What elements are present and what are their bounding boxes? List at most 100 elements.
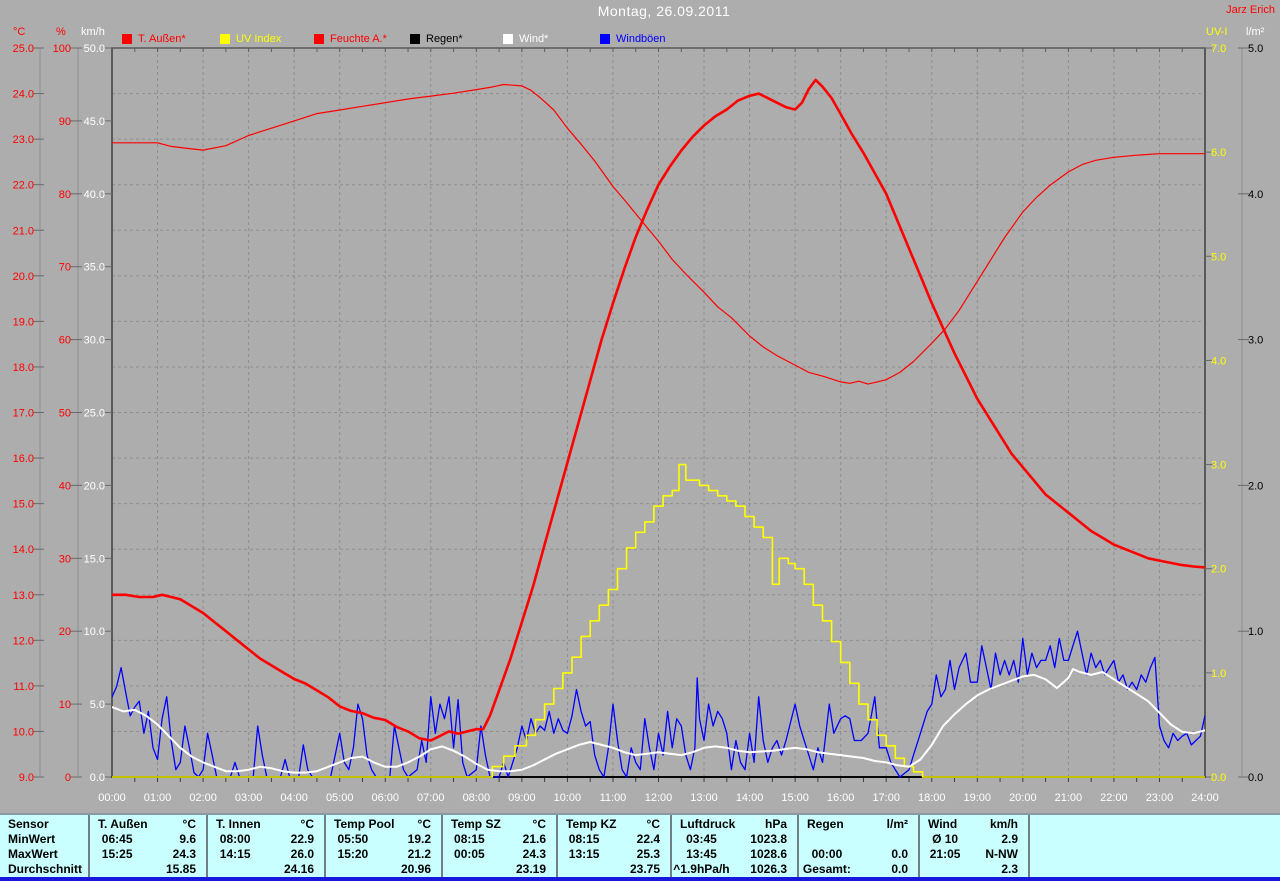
svg-text:00:00: 00:00 [98, 792, 126, 804]
table-column-t-au-en: T. Außen °C 06:45 9.6 15:25 24.3 15.85 [88, 815, 206, 877]
window-bottom-edge [0, 877, 1280, 881]
page-title: Montag, 26.09.2011 [597, 3, 731, 19]
table-row: 23.19 [443, 862, 556, 877]
svg-text:25.0: 25.0 [13, 43, 34, 55]
table-row: Gesamt: 0.0 [799, 862, 918, 877]
svg-text:80: 80 [59, 189, 71, 201]
axis-unit-percent: % [56, 26, 66, 38]
cell-value: 22.9 [290, 832, 314, 846]
cell-time: 08:00 [219, 832, 251, 846]
svg-text:08:00: 08:00 [463, 792, 491, 804]
column-unit: °C [300, 817, 314, 831]
cell-time [558, 862, 610, 877]
cell-time: 08:15 [454, 832, 485, 846]
svg-text:19:00: 19:00 [964, 792, 992, 804]
table-row: 03:45 1023.8 [672, 832, 797, 847]
cell-time: 14:15 [219, 847, 251, 861]
svg-text:06:00: 06:00 [371, 792, 399, 804]
cell-time [443, 862, 496, 877]
cell-value: 1026.3 [750, 862, 787, 876]
cell-time: 13:15 [568, 847, 600, 861]
svg-text:14:00: 14:00 [736, 792, 764, 804]
table-row: 2.3 [920, 862, 1028, 877]
cell-time [208, 862, 262, 877]
cell-time: 13:45 [686, 847, 717, 861]
svg-text:15:00: 15:00 [781, 792, 809, 804]
svg-text:21.0: 21.0 [13, 225, 34, 237]
table-filler [1028, 815, 1280, 877]
cell-time [920, 862, 970, 877]
svg-text:11.0: 11.0 [13, 681, 34, 693]
svg-text:70: 70 [59, 262, 71, 274]
svg-text:17.0: 17.0 [13, 408, 34, 420]
column-name: T. Außen [98, 817, 148, 831]
table-column-wind: Wind km/h Ø 10 min. 2.9 21:05 N-NW 7.62.3 [918, 815, 1028, 877]
svg-text:20.0: 20.0 [84, 480, 105, 492]
column-unit: hPa [764, 817, 787, 831]
svg-text:02:00: 02:00 [189, 792, 217, 804]
cell-time [799, 832, 855, 847]
cell-value: 23.75 [629, 862, 660, 876]
cell-value: 26.0 [290, 847, 314, 861]
table-row: 08:15 21.6 [443, 832, 556, 847]
svg-text:1.0: 1.0 [1211, 668, 1226, 680]
cell-time: 15:20 [337, 847, 369, 861]
table-row: 24.16 [208, 862, 324, 877]
axis-unit-lm2: l/m² [1246, 26, 1265, 38]
svg-text:0.0: 0.0 [1248, 772, 1263, 784]
svg-text:11:00: 11:00 [600, 792, 627, 804]
column-name: T. Innen [216, 817, 261, 831]
svg-text:25.0: 25.0 [84, 408, 105, 420]
table-row: 15.85 [90, 862, 206, 877]
table-row [799, 832, 918, 847]
cell-time: Gesamt: [802, 862, 851, 876]
column-unit: °C [182, 817, 196, 831]
svg-text:16:00: 16:00 [827, 792, 855, 804]
svg-text:22:00: 22:00 [1100, 792, 1128, 804]
svg-text:100: 100 [53, 43, 71, 55]
svg-text:05:00: 05:00 [326, 792, 354, 804]
cell-value: 2.3 [1001, 862, 1018, 876]
column-unit: l/m² [886, 817, 908, 831]
svg-text:10.0: 10.0 [13, 726, 34, 738]
cell-value: 23.19 [515, 862, 546, 876]
svg-text:50: 50 [59, 408, 71, 420]
svg-text:0: 0 [65, 772, 71, 784]
table-row: 08:15 22.4 [558, 832, 670, 847]
cell-value [855, 832, 918, 847]
cell-value: 1023.8 [750, 832, 787, 846]
summary-table: Sensor MinWert MaxWert Durchschnitt T. Außen… [0, 813, 1280, 877]
cell-value: 19.2 [407, 832, 431, 846]
cell-time: 05:50 [337, 832, 369, 846]
row-label: Sensor [8, 817, 49, 831]
svg-text:4.0: 4.0 [1248, 189, 1263, 201]
cell-time: 00:00 [811, 847, 843, 861]
column-name: Temp Pool [334, 817, 395, 831]
svg-text:30: 30 [59, 553, 71, 565]
column-name: Temp KZ [566, 817, 617, 831]
svg-text:18:00: 18:00 [918, 792, 946, 804]
table-row: 08:00 22.9 [208, 832, 324, 847]
svg-text:01:00: 01:00 [144, 792, 172, 804]
svg-text:21:00: 21:00 [1055, 792, 1083, 804]
svg-text:14.0: 14.0 [13, 544, 34, 556]
table-row: 23.75 [558, 862, 670, 877]
cell-value: 24.16 [283, 862, 314, 876]
cell-time: Ø 10 min. [932, 832, 959, 846]
svg-text:5.0: 5.0 [90, 699, 105, 711]
table-row: 13:15 25.3 [558, 847, 670, 862]
svg-text:3.0: 3.0 [1211, 460, 1226, 472]
column-name: Regen [807, 817, 844, 831]
cell-time: 15:25 [101, 847, 133, 861]
table-row: 15:25 24.3 [90, 847, 206, 862]
svg-text:18.0: 18.0 [13, 362, 34, 374]
table-row: 00:05 24.3 [443, 847, 556, 862]
table-column-regen: Regen l/m² 00:00 0.0 Gesamt: 0.0 [797, 815, 918, 877]
svg-text:2.0: 2.0 [1248, 480, 1263, 492]
svg-text:20.0: 20.0 [13, 271, 34, 283]
column-unit: °C [646, 817, 660, 831]
table-row: 20.96 [326, 862, 441, 877]
svg-text:23.0: 23.0 [13, 134, 34, 146]
table-row: 13:45 1028.6 [672, 847, 797, 862]
row-label: Durchschnitt [8, 862, 83, 876]
